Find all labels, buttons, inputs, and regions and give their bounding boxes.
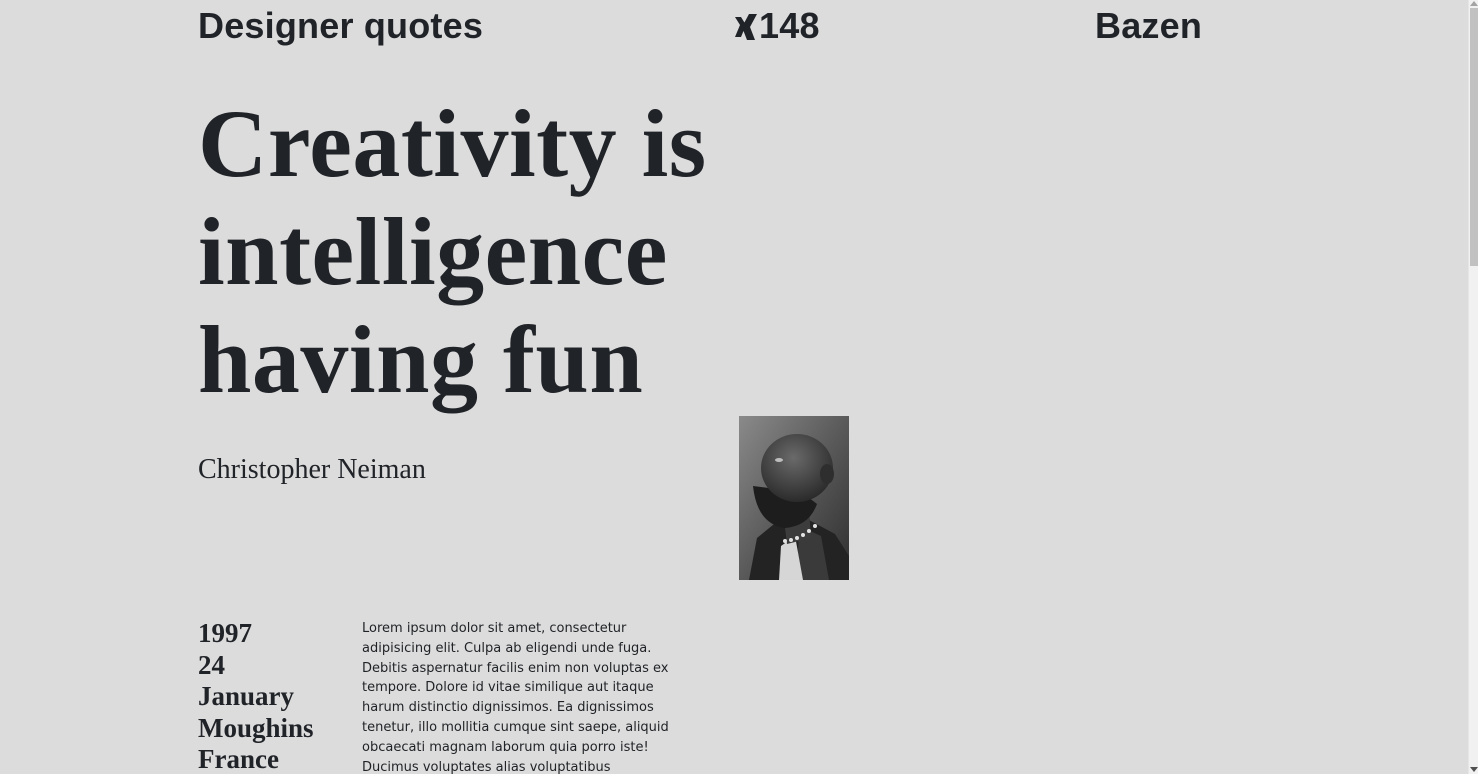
- author-facts: 1997 24 January Moughins France: [198, 618, 314, 774]
- page: Designer quotes 148 Bazen Creativity is …: [0, 0, 1478, 774]
- quote-line: Creativity is: [198, 90, 707, 197]
- fact-year: 1997: [198, 618, 252, 648]
- fact-country: France: [198, 744, 279, 774]
- fact-day: 24: [198, 649, 225, 680]
- quote-author: Christopher Neiman: [198, 454, 426, 485]
- quote-line: intelligence: [198, 198, 668, 305]
- fact-city: Moughins: [198, 712, 314, 743]
- portrait-image: [739, 416, 849, 580]
- vertical-scrollbar[interactable]: [1468, 0, 1478, 774]
- designer-quotes-link[interactable]: Designer quotes: [198, 6, 483, 46]
- scrollbar-thumb[interactable]: [1470, 8, 1478, 266]
- quote-line: having fun: [198, 306, 644, 413]
- xing-logo-icon: [735, 14, 757, 40]
- center-number: 148: [759, 5, 820, 46]
- bazen-link[interactable]: Bazen: [1095, 6, 1202, 46]
- site-header: Designer quotes 148 Bazen: [0, 0, 1468, 60]
- center-brand-link[interactable]: 148: [734, 6, 820, 46]
- scroll-down-arrow-icon[interactable]: [1470, 767, 1478, 772]
- scroll-up-arrow-icon[interactable]: [1470, 1, 1478, 6]
- author-bio-text: Lorem ipsum dolor sit amet, consectetur …: [362, 621, 669, 774]
- author-portrait: [739, 416, 849, 580]
- fact-month: January: [198, 681, 295, 711]
- quote-headline: Creativity is intelligence having fun: [198, 90, 718, 414]
